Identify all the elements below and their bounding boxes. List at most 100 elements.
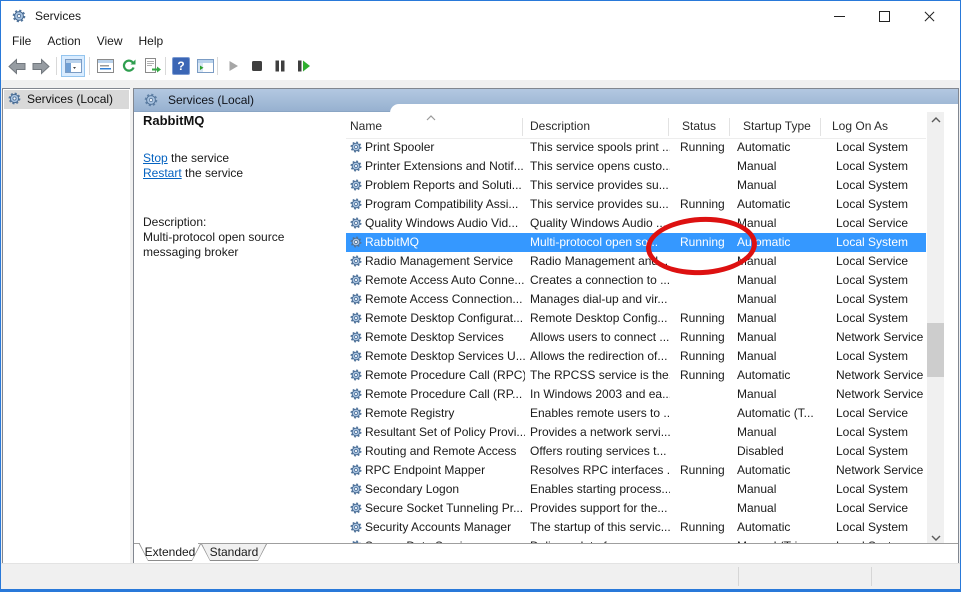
service-row[interactable]: Problem Reports and Soluti...This servic… (346, 176, 926, 195)
back-button[interactable] (5, 55, 29, 77)
menu-file[interactable]: File (4, 31, 39, 48)
service-row[interactable]: RPC Endpoint Mapper Resolves RPC interfac… (346, 461, 926, 480)
service-description-cell: Creates a connection to ... (530, 271, 670, 290)
results-pane-title: Services (Local) (168, 89, 254, 111)
service-row[interactable]: Remote RegistryEnables remote users to .… (346, 404, 926, 423)
scrollbar-thumb[interactable] (927, 323, 944, 377)
maximize-button[interactable] (862, 1, 907, 31)
column-header-name[interactable]: Name (350, 115, 382, 138)
service-status-cell: Running (680, 461, 735, 480)
gear-icon (349, 349, 363, 363)
show-action-pane-button[interactable] (193, 55, 217, 77)
properties-button[interactable] (93, 55, 117, 77)
service-name-cell: Secondary Logon (365, 480, 525, 499)
minimize-icon (834, 16, 845, 17)
service-row[interactable]: Program Compatibility Assi...This servic… (346, 195, 926, 214)
pause-service-button[interactable] (268, 55, 292, 77)
back-arrow-icon (7, 58, 27, 75)
stop-service-link[interactable]: Stop (143, 151, 168, 165)
service-log-on-as-cell: Local Service (836, 404, 926, 423)
list-vertical-scrollbar[interactable] (927, 112, 944, 546)
refresh-icon (121, 58, 137, 74)
description-label: Description: (143, 215, 206, 229)
stop-service-button[interactable] (245, 55, 269, 77)
service-row-selected[interactable]: RabbitMQMulti-protocol open so...Running… (346, 233, 926, 252)
menu-view[interactable]: View (89, 31, 131, 48)
service-startup-type-cell: Automatic (737, 461, 829, 480)
service-name-cell: RPC Endpoint Mapper (365, 461, 525, 480)
show-console-tree-button[interactable] (61, 55, 85, 77)
start-service-button[interactable] (221, 55, 245, 77)
restart-service-link[interactable]: Restart (143, 166, 182, 180)
service-description-cell: The startup of this servic... (530, 518, 670, 537)
column-header-description[interactable]: Description (530, 115, 590, 138)
service-row[interactable]: Security Accounts ManagerThe startup of … (346, 518, 926, 537)
menu-bar: FileActionViewHelp (1, 31, 960, 53)
forward-button[interactable] (29, 55, 53, 77)
list-header: Name Description Status Startup Type Log… (346, 115, 926, 139)
service-description-cell: This service provides su... (530, 176, 670, 195)
service-name-cell: Routing and Remote Access (365, 442, 525, 461)
service-startup-type-cell: Manual (737, 214, 829, 233)
tree-item-services-local[interactable]: Services (Local) (4, 90, 129, 109)
service-row[interactable]: Remote Access Connection...Manages dial-… (346, 290, 926, 309)
service-row[interactable]: Remote Procedure Call (RP...In Windows 2… (346, 385, 926, 404)
service-row[interactable]: Resultant Set of Policy Provi...Provides… (346, 423, 926, 442)
console-tree-panel: Services (Local) (2, 88, 131, 564)
service-startup-type-cell: Automatic (737, 366, 829, 385)
service-log-on-as-cell: Local Service (836, 252, 926, 271)
service-row[interactable]: Routing and Remote AccessOffers routing … (346, 442, 926, 461)
service-row[interactable]: Printer Extensions and Notif...This serv… (346, 157, 926, 176)
help-button[interactable]: ? (169, 55, 193, 77)
minimize-button[interactable] (817, 1, 862, 31)
console-tree-icon (65, 59, 82, 73)
gear-icon (143, 92, 159, 108)
service-log-on-as-cell: Local Service (836, 214, 926, 233)
menu-action[interactable]: Action (39, 31, 88, 48)
gear-icon (349, 140, 363, 154)
service-status-cell: Running (680, 328, 735, 347)
console-body: Services (Local) Services (Local) Rabbit… (1, 80, 960, 564)
restart-service-button[interactable] (291, 55, 315, 77)
service-row[interactable]: Remote Desktop Configurat...Remote Deskt… (346, 309, 926, 328)
refresh-button[interactable] (117, 55, 141, 77)
service-log-on-as-cell: Local System (836, 157, 926, 176)
restart-service-line: Restart the service (143, 166, 243, 180)
tab-standard[interactable]: Standard (201, 544, 267, 561)
gear-icon (349, 292, 363, 306)
service-description-cell: Allows the redirection of... (530, 347, 670, 366)
tab-extended[interactable]: Extended (139, 544, 201, 561)
restart-icon (296, 59, 311, 73)
stop-service-line: Stop the service (143, 151, 229, 165)
play-icon (226, 59, 240, 73)
service-row[interactable]: Radio Management ServiceRadio Management… (346, 252, 926, 271)
scroll-up-button[interactable] (927, 112, 944, 128)
selected-service-name: RabbitMQ (143, 113, 204, 128)
service-row[interactable]: Quality Windows Audio Vid...Quality Wind… (346, 214, 926, 233)
service-log-on-as-cell: Local System (836, 176, 926, 195)
toolbar: ? (1, 53, 960, 81)
service-description-cell: Resolves RPC interfaces ... (530, 461, 670, 480)
close-button[interactable] (907, 1, 952, 31)
menu-help[interactable]: Help (131, 31, 172, 48)
service-row[interactable]: Remote Desktop Services U...Allows the r… (346, 347, 926, 366)
service-row[interactable]: Remote Desktop ServicesAllows users to c… (346, 328, 926, 347)
gear-icon (349, 520, 363, 534)
service-row[interactable]: Secure Socket Tunneling Pr...Provides su… (346, 499, 926, 518)
service-row[interactable]: Secondary LogonEnables starting process.… (346, 480, 926, 499)
service-name-cell: Remote Desktop Services (365, 328, 525, 347)
gear-icon (349, 197, 363, 211)
service-name-cell: Remote Procedure Call (RPC) (365, 366, 525, 385)
column-header-startup-type[interactable]: Startup Type (743, 115, 811, 138)
service-startup-type-cell: Automatic (737, 138, 829, 157)
service-status-cell: Running (680, 366, 735, 385)
service-name-cell: Remote Desktop Configurat... (365, 309, 525, 328)
service-row[interactable]: Print SpoolerThis service spools print .… (346, 138, 926, 157)
export-list-button[interactable] (141, 55, 165, 77)
column-header-log-on-as[interactable]: Log On As (832, 115, 888, 138)
service-name-cell: Remote Access Connection... (365, 290, 525, 309)
column-header-status[interactable]: Status (682, 115, 716, 138)
service-startup-type-cell: Manual (737, 385, 829, 404)
service-row[interactable]: Remote Access Auto Conne...Creates a con… (346, 271, 926, 290)
service-row[interactable]: Remote Procedure Call (RPC)The RPCSS ser… (346, 366, 926, 385)
